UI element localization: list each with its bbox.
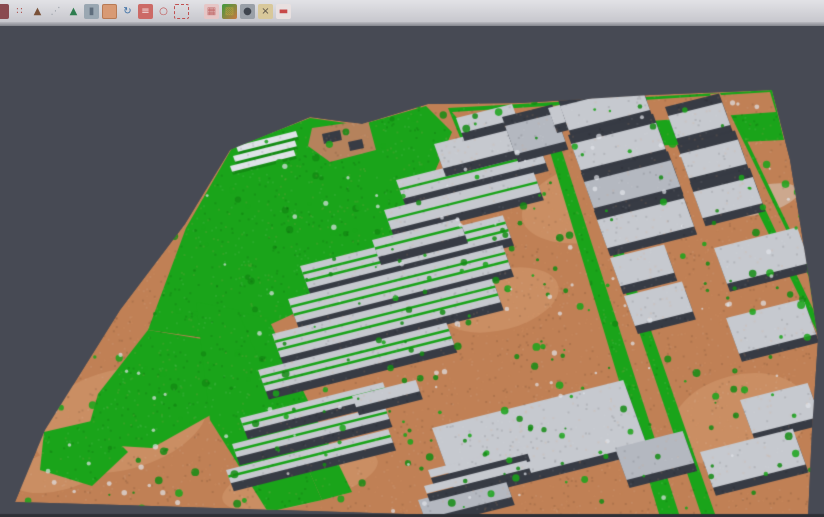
measure-tool-icon[interactable]: ▬ xyxy=(276,4,291,19)
viewport-3d-point-cloud[interactable] xyxy=(0,26,824,517)
attribute-list-icon-glyph: ≡ xyxy=(141,4,149,19)
sphere-render-icon[interactable]: ● xyxy=(240,4,255,19)
cross-section-icon-glyph: ∷ xyxy=(16,4,22,19)
slice-tool-icon-glyph: ▮ xyxy=(89,4,95,19)
rotate-view-icon[interactable]: ↻ xyxy=(120,4,135,19)
cross-section-icon[interactable]: ∷ xyxy=(12,4,27,19)
point-cloud-icon-glyph: ⋰ xyxy=(51,4,61,19)
clear-selection-icon[interactable]: × xyxy=(258,4,273,19)
measure-tool-icon-glyph: ▬ xyxy=(279,4,288,19)
grid-selection-icon[interactable]: ▦ xyxy=(204,4,219,19)
tin-model-icon-glyph: ▲ xyxy=(70,4,78,19)
rectangle-selection-icon[interactable] xyxy=(174,4,189,19)
slice-tool-icon[interactable]: ▮ xyxy=(84,4,99,19)
classification-icon-glyph: ▧ xyxy=(225,4,234,19)
application-window: ∷ ▲ ⋰ ▲ ▮ ↻ ≡ ○ ▦ ▧ ● × ▬ xyxy=(0,0,824,517)
clear-selection-icon-glyph: × xyxy=(261,4,269,19)
circle-selection-icon[interactable]: ○ xyxy=(156,4,171,19)
terrain-model-icon[interactable]: ▲ xyxy=(30,4,45,19)
toolbar-group-separator xyxy=(192,4,201,19)
sphere-render-icon-glyph: ● xyxy=(243,4,252,19)
tin-model-icon[interactable]: ▲ xyxy=(66,4,81,19)
attribute-list-icon[interactable]: ≡ xyxy=(138,4,153,19)
main-toolbar: ∷ ▲ ⋰ ▲ ▮ ↻ ≡ ○ ▦ ▧ ● × ▬ xyxy=(0,0,824,22)
app-icon[interactable] xyxy=(0,4,9,19)
rotate-view-icon-glyph: ↻ xyxy=(123,4,131,19)
grid-selection-icon-glyph: ▦ xyxy=(207,4,216,19)
classification-icon[interactable]: ▧ xyxy=(222,4,237,19)
terrain-model-icon-glyph: ▲ xyxy=(34,4,42,19)
orthoimage-icon[interactable] xyxy=(102,4,117,19)
point-cloud-icon[interactable]: ⋰ xyxy=(48,4,63,19)
circle-selection-icon-glyph: ○ xyxy=(159,4,168,19)
